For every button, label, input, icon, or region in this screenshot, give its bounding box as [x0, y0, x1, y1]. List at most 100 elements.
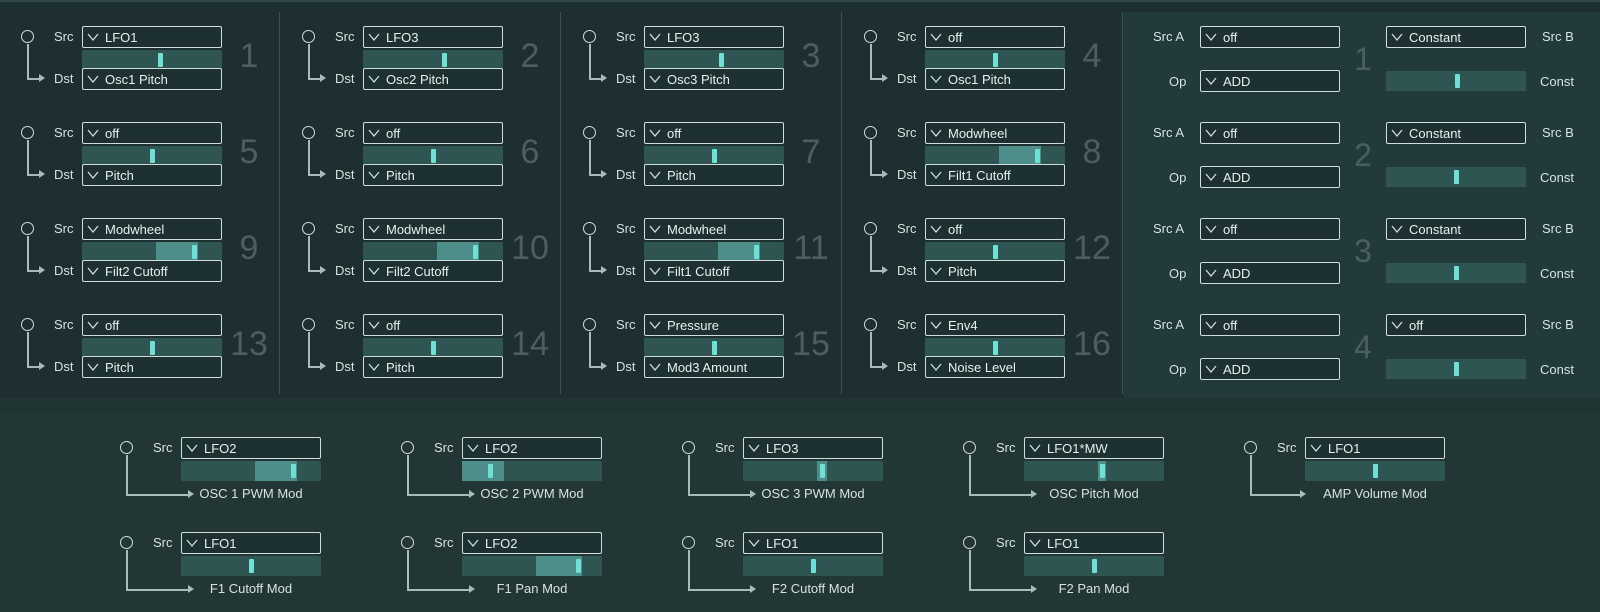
amount-slider[interactable] — [644, 338, 784, 358]
slider-thumb[interactable] — [191, 245, 197, 259]
const-slider[interactable] — [1386, 167, 1526, 187]
src-select[interactable]: Pressure — [644, 314, 784, 336]
dst-select[interactable]: Pitch — [363, 356, 503, 378]
src-select[interactable]: Modwheel — [82, 218, 222, 240]
src-b-select[interactable]: Constant — [1386, 218, 1526, 240]
slider-thumb[interactable] — [711, 341, 717, 355]
slider-thumb[interactable] — [1034, 149, 1040, 163]
src-select[interactable]: LFO1 — [181, 532, 321, 554]
amount-slider[interactable] — [363, 338, 503, 358]
dst-select[interactable]: Pitch — [925, 260, 1065, 282]
src-select[interactable]: off — [925, 26, 1065, 48]
src-select[interactable]: off — [644, 122, 784, 144]
slider-thumb[interactable] — [430, 341, 436, 355]
dst-select[interactable]: Pitch — [363, 164, 503, 186]
src-select[interactable]: LFO3 — [743, 437, 883, 459]
src-select[interactable]: Modwheel — [925, 122, 1065, 144]
dst-select[interactable]: Filt2 Cutoff — [82, 260, 222, 282]
dst-select[interactable]: Filt2 Cutoff — [363, 260, 503, 282]
const-slider[interactable] — [1386, 71, 1526, 91]
slider-thumb[interactable] — [1453, 362, 1459, 376]
mod-enable-toggle[interactable] — [302, 126, 315, 139]
amount-slider[interactable] — [181, 556, 321, 576]
dst-select[interactable]: Mod3 Amount — [644, 356, 784, 378]
src-select[interactable]: Env4 — [925, 314, 1065, 336]
slider-thumb[interactable] — [248, 559, 254, 573]
amount-slider[interactable] — [82, 338, 222, 358]
amount-slider[interactable] — [925, 146, 1065, 166]
mod-enable-toggle[interactable] — [583, 126, 596, 139]
src-select[interactable]: LFO1 — [82, 26, 222, 48]
slider-thumb[interactable] — [992, 341, 998, 355]
mod-enable-toggle[interactable] — [583, 30, 596, 43]
slider-thumb[interactable] — [711, 149, 717, 163]
op-select[interactable]: ADD — [1200, 166, 1340, 188]
slider-thumb[interactable] — [1372, 464, 1378, 478]
amount-slider[interactable] — [644, 242, 784, 262]
mod-enable-toggle[interactable] — [583, 318, 596, 331]
slider-thumb[interactable] — [992, 53, 998, 67]
amount-slider[interactable] — [925, 242, 1065, 262]
amount-slider[interactable] — [363, 50, 503, 70]
dst-select[interactable]: Osc2 Pitch — [363, 68, 503, 90]
amount-slider[interactable] — [925, 338, 1065, 358]
src-select[interactable]: LFO1*MW — [1024, 437, 1164, 459]
amount-slider[interactable] — [181, 461, 321, 481]
mod-enable-toggle[interactable] — [864, 126, 877, 139]
mod-enable-toggle[interactable] — [21, 126, 34, 139]
src-select[interactable]: off — [925, 218, 1065, 240]
amount-slider[interactable] — [743, 461, 883, 481]
slider-thumb[interactable] — [290, 464, 296, 478]
mod-enable-toggle[interactable] — [302, 318, 315, 331]
mod-enable-toggle[interactable] — [21, 30, 34, 43]
dst-select[interactable]: Pitch — [82, 164, 222, 186]
dst-select[interactable]: Osc1 Pitch — [925, 68, 1065, 90]
amount-slider[interactable] — [363, 146, 503, 166]
src-select[interactable]: LFO1 — [743, 532, 883, 554]
src-select[interactable]: off — [363, 314, 503, 336]
slider-thumb[interactable] — [810, 559, 816, 573]
amount-slider[interactable] — [644, 146, 784, 166]
mod-enable-toggle[interactable] — [120, 536, 133, 549]
slider-thumb[interactable] — [149, 341, 155, 355]
mod-enable-toggle[interactable] — [120, 441, 133, 454]
slider-thumb[interactable] — [441, 53, 447, 67]
src-a-select[interactable]: off — [1200, 314, 1340, 336]
op-select[interactable]: ADD — [1200, 358, 1340, 380]
src-select[interactable]: Modwheel — [363, 218, 503, 240]
amount-slider[interactable] — [644, 50, 784, 70]
slider-thumb[interactable] — [1453, 266, 1459, 280]
src-select[interactable]: LFO2 — [462, 532, 602, 554]
op-select[interactable]: ADD — [1200, 70, 1340, 92]
slider-thumb[interactable] — [157, 53, 163, 67]
slider-thumb[interactable] — [487, 464, 493, 478]
slider-thumb[interactable] — [992, 245, 998, 259]
src-select[interactable]: off — [363, 122, 503, 144]
dst-select[interactable]: Osc3 Pitch — [644, 68, 784, 90]
mod-enable-toggle[interactable] — [864, 222, 877, 235]
src-b-select[interactable]: off — [1386, 314, 1526, 336]
amount-slider[interactable] — [82, 146, 222, 166]
slider-thumb[interactable] — [472, 245, 478, 259]
slider-thumb[interactable] — [1454, 74, 1460, 88]
amount-slider[interactable] — [363, 242, 503, 262]
src-select[interactable]: off — [82, 314, 222, 336]
src-select[interactable]: LFO1 — [1024, 532, 1164, 554]
amount-slider[interactable] — [925, 50, 1065, 70]
src-select[interactable]: LFO3 — [363, 26, 503, 48]
dst-select[interactable]: Filt1 Cutoff — [925, 164, 1065, 186]
src-select[interactable]: Modwheel — [644, 218, 784, 240]
slider-thumb[interactable] — [575, 559, 581, 573]
src-select[interactable]: LFO3 — [644, 26, 784, 48]
dst-select[interactable]: Pitch — [82, 356, 222, 378]
mod-enable-toggle[interactable] — [864, 318, 877, 331]
mod-enable-toggle[interactable] — [682, 441, 695, 454]
mod-enable-toggle[interactable] — [401, 441, 414, 454]
dst-select[interactable]: Noise Level — [925, 356, 1065, 378]
amount-slider[interactable] — [1024, 461, 1164, 481]
mod-enable-toggle[interactable] — [302, 222, 315, 235]
mod-enable-toggle[interactable] — [21, 318, 34, 331]
slider-thumb[interactable] — [753, 245, 759, 259]
src-a-select[interactable]: off — [1200, 122, 1340, 144]
amount-slider[interactable] — [1305, 461, 1445, 481]
